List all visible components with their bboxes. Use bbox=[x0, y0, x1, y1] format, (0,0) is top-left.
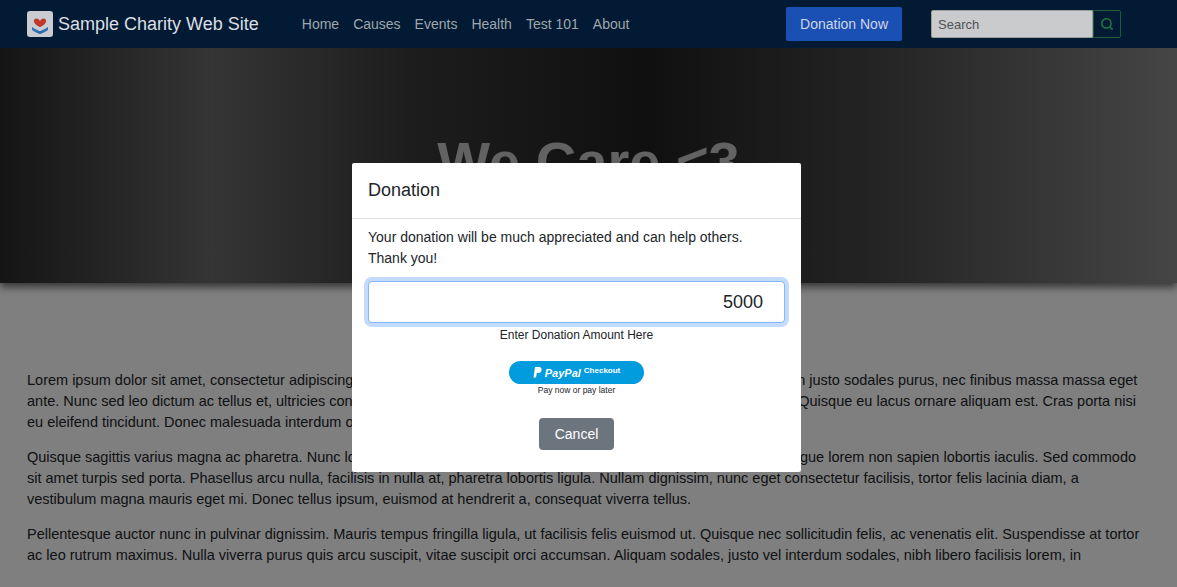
paypal-icon bbox=[533, 367, 542, 378]
cancel-button[interactable]: Cancel bbox=[539, 418, 615, 450]
page: Sample Charity Web SiteHomeCausesEventsH… bbox=[0, 0, 1177, 587]
paypal-checkout: PayPalCheckoutPay now or pay later bbox=[509, 361, 644, 395]
nav-link[interactable]: Home bbox=[302, 16, 339, 32]
navbar: Sample Charity Web SiteHomeCausesEventsH… bbox=[0, 0, 1177, 48]
paypal-label: Checkout bbox=[584, 366, 620, 375]
charity-logo-icon bbox=[27, 11, 53, 37]
brand[interactable]: Sample Charity Web Site bbox=[27, 11, 259, 37]
search-input[interactable] bbox=[931, 10, 1093, 38]
paypal-brand: PayPal bbox=[545, 367, 581, 379]
search-icon bbox=[1100, 17, 1114, 31]
brand-title[interactable]: Sample Charity Web Site bbox=[58, 14, 259, 35]
nav-links: Home Causes Events Health Test 101 About bbox=[302, 16, 630, 32]
donate-button[interactable]: Donation Now bbox=[786, 7, 902, 41]
nav-link[interactable]: Test 101 bbox=[526, 16, 579, 32]
modal-header: Donation bbox=[352, 163, 801, 219]
nav-link[interactable]: About bbox=[593, 16, 630, 32]
donation-modal: Donation Your donation will be much appre… bbox=[352, 163, 801, 472]
paypal-button[interactable]: PayPalCheckout bbox=[509, 361, 644, 384]
paypal-tagline: Pay now or pay later bbox=[538, 385, 615, 395]
modal-title: Donation bbox=[368, 180, 440, 201]
search-button[interactable] bbox=[1093, 10, 1121, 38]
search-form bbox=[931, 10, 1121, 38]
navbar-actions: Donation Now bbox=[786, 7, 1121, 41]
modal-body: Your donation will be much appreciated a… bbox=[352, 219, 801, 472]
amount-input[interactable] bbox=[368, 281, 785, 323]
nav-link[interactable]: Health bbox=[471, 16, 511, 32]
amount-hint: Enter Donation Amount Here bbox=[500, 328, 653, 342]
nav-link[interactable]: Events bbox=[415, 16, 458, 32]
modal-message: Your donation will be much appreciated a… bbox=[368, 227, 785, 269]
nav-link[interactable]: Causes bbox=[353, 16, 400, 32]
